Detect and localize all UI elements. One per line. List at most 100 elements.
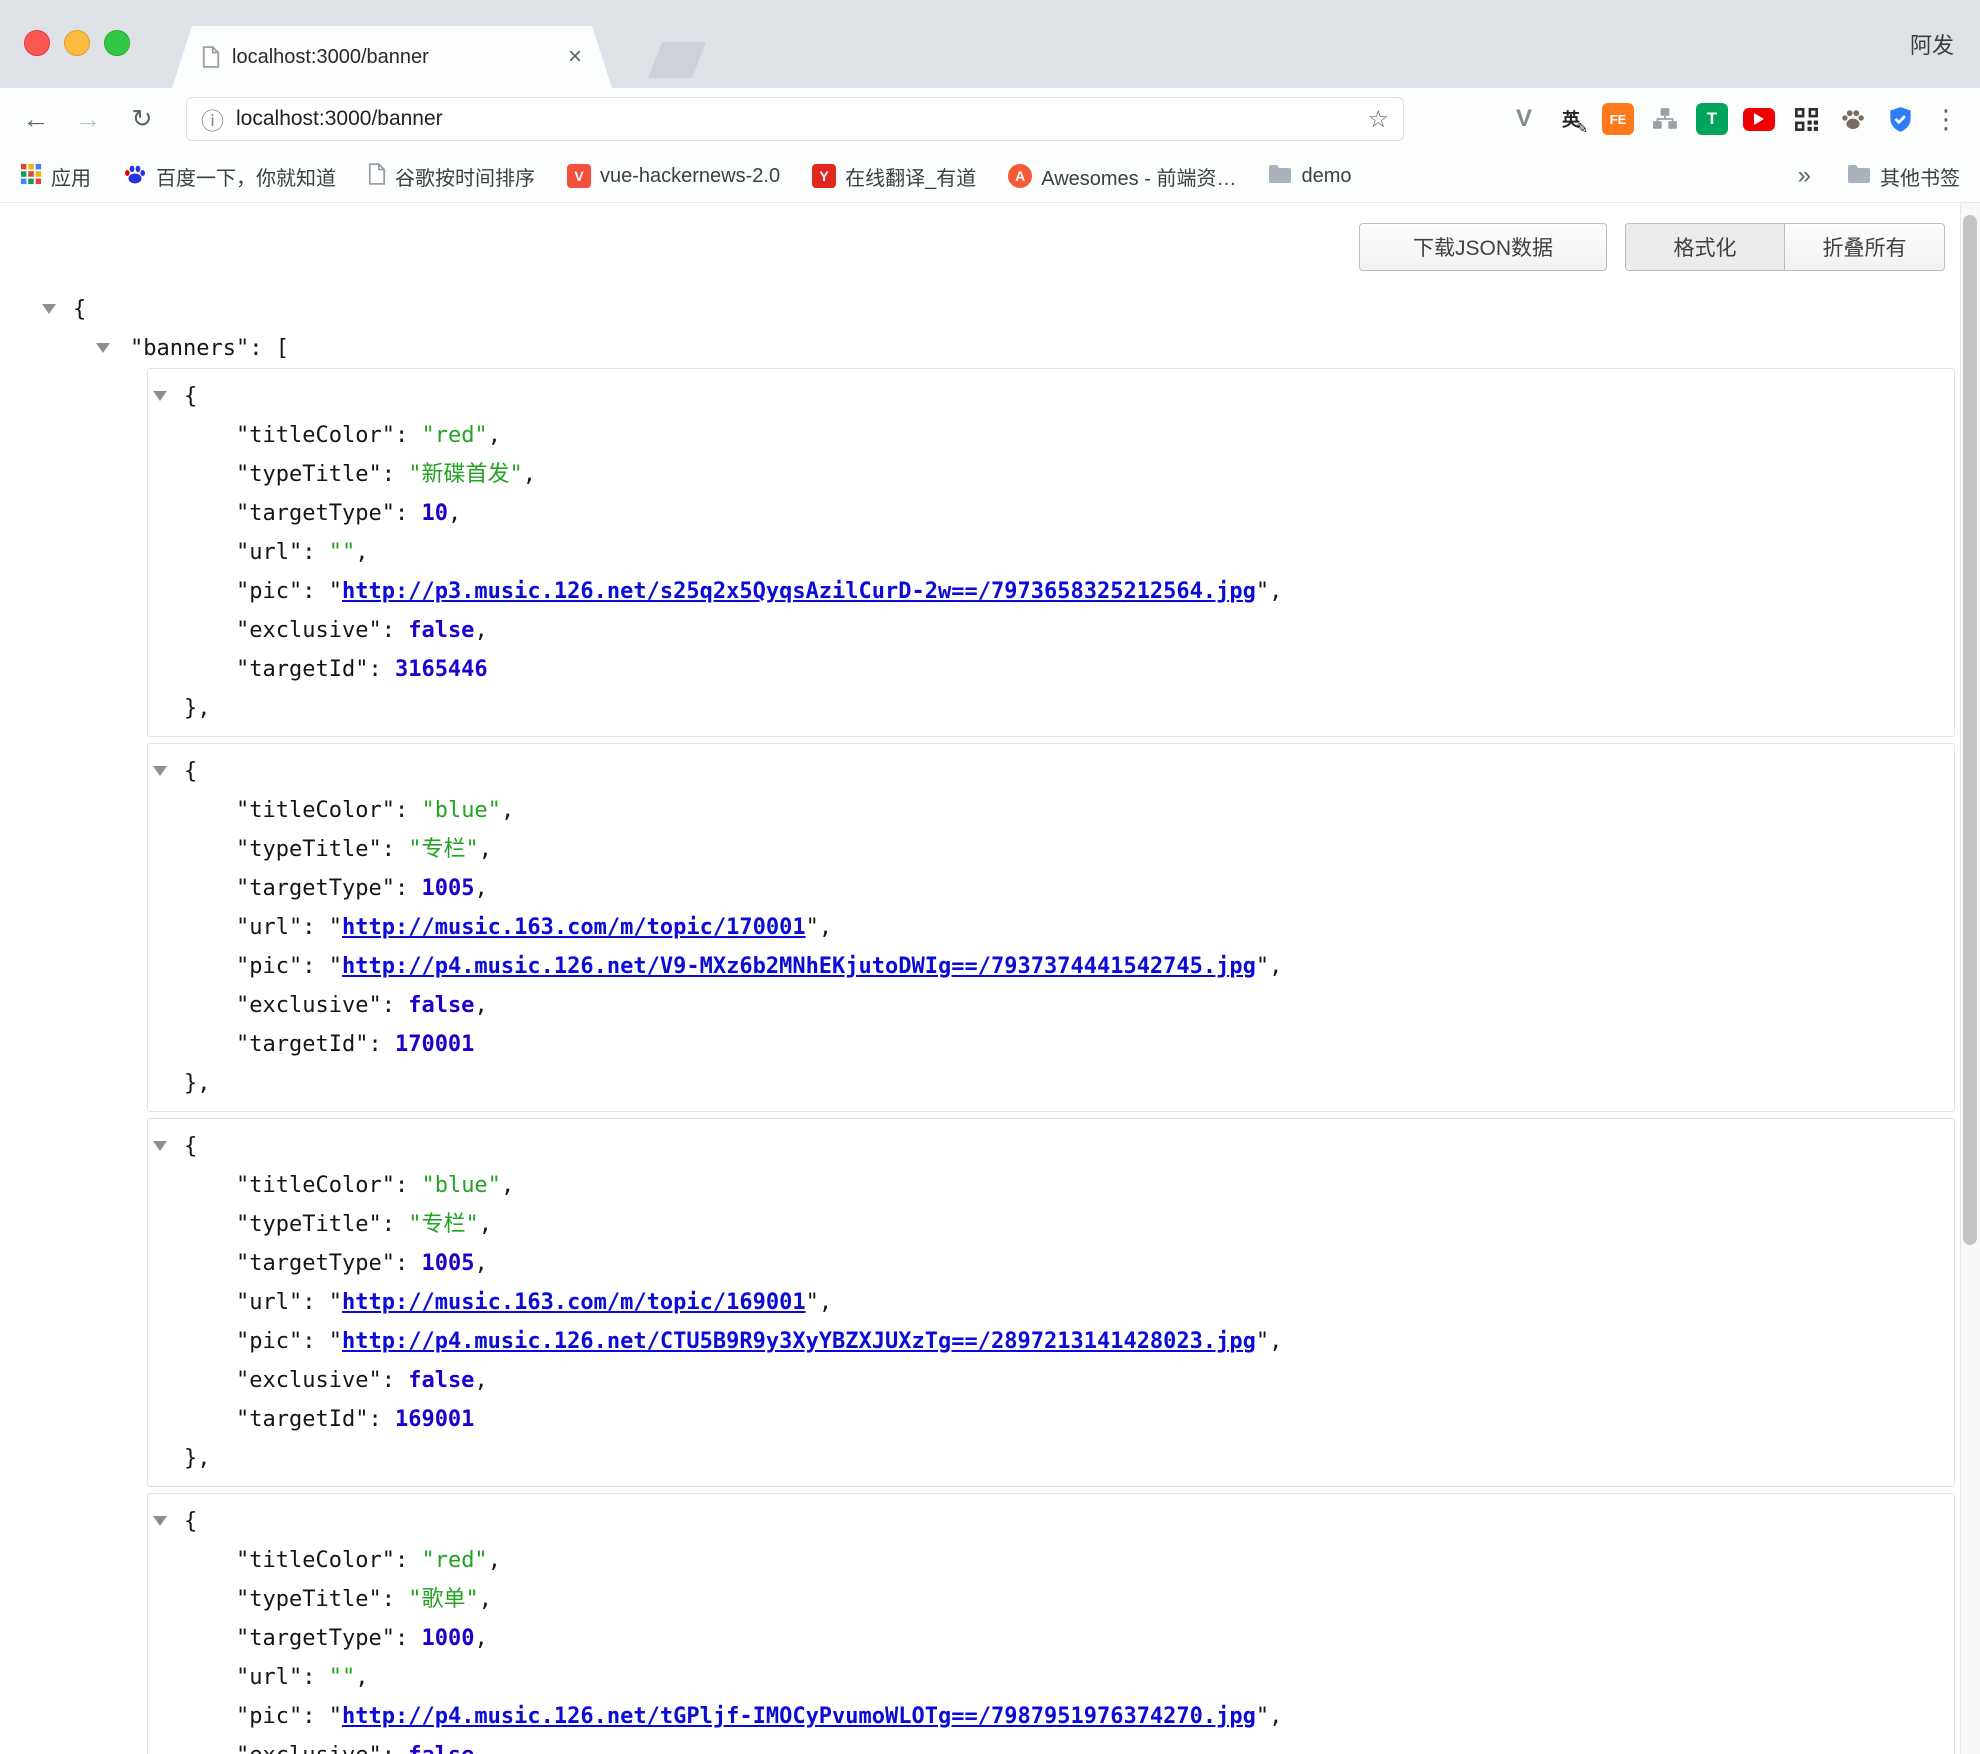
collapse-toggle-icon[interactable] xyxy=(153,1516,167,1526)
json-line: "typeTitle": "新碟首发", xyxy=(148,455,1954,494)
json-line: "targetId": 3165446 xyxy=(148,650,1954,689)
json-punctuation: , xyxy=(479,1587,492,1612)
collapse-toggle-icon[interactable] xyxy=(153,1141,167,1151)
json-line: "pic": "http://p4.music.126.net/CTU5B9R9… xyxy=(148,1322,1954,1361)
json-key: "pic" xyxy=(236,954,302,979)
collapse-toggle-icon[interactable] xyxy=(96,343,110,353)
collapse-toggle-icon[interactable] xyxy=(42,304,56,314)
baidu-paw-icon xyxy=(123,162,147,191)
json-url-link[interactable]: http://music.163.com/m/topic/169001 xyxy=(342,1290,806,1315)
bookmark-awesomes[interactable]: A Awesomes - 前端资… xyxy=(1008,162,1236,191)
scrollbar-thumb[interactable] xyxy=(1963,215,1977,1245)
profile-name[interactable]: 阿发 xyxy=(1910,28,1954,60)
json-number-value: 10 xyxy=(421,501,448,526)
json-punctuation: , xyxy=(1269,954,1282,979)
bookmark-star-icon[interactable]: ☆ xyxy=(1367,105,1389,134)
json-punctuation: { xyxy=(184,384,197,409)
paw-extension-icon[interactable] xyxy=(1837,103,1869,135)
bookmark-google-sort[interactable]: 谷歌按时间排序 xyxy=(368,162,535,191)
tab-close-icon[interactable]: × xyxy=(568,45,582,69)
youdao-y-icon: Y xyxy=(812,164,836,188)
json-punctuation: " xyxy=(329,915,342,940)
json-url-link[interactable]: http://music.163.com/m/topic/170001 xyxy=(342,915,806,940)
json-number-value: 1005 xyxy=(421,876,474,901)
json-punctuation: , xyxy=(355,1665,368,1690)
page-favicon-icon xyxy=(202,46,220,68)
youtube-extension-icon[interactable] xyxy=(1743,108,1775,131)
green-t-extension-icon[interactable]: T xyxy=(1696,103,1728,135)
json-object-box: {"titleColor": "red","typeTitle": "歌单","… xyxy=(147,1493,1955,1754)
fe-extension-icon[interactable]: FE xyxy=(1602,103,1634,135)
other-bookmarks-folder[interactable]: 其他书签 xyxy=(1847,162,1960,191)
vertical-scrollbar[interactable] xyxy=(1960,203,1980,1754)
json-punctuation: { xyxy=(184,759,197,784)
json-line: "targetType": 1000, xyxy=(148,1619,1954,1658)
back-icon[interactable]: ← xyxy=(14,88,58,150)
vimium-extension-icon[interactable]: V xyxy=(1508,103,1540,135)
bookmark-baidu[interactable]: 百度一下，你就知道 xyxy=(123,162,336,191)
collapse-toggle-icon[interactable] xyxy=(153,766,167,776)
collapse-toggle-icon[interactable] xyxy=(153,391,167,401)
json-punctuation: , xyxy=(501,798,514,823)
json-punctuation: : xyxy=(382,618,409,643)
json-punctuation: : xyxy=(395,1173,422,1198)
sitemap-extension-icon[interactable] xyxy=(1649,103,1681,135)
bookmark-apps[interactable]: 应用 xyxy=(20,162,91,191)
json-line: { xyxy=(148,752,1954,791)
active-tab[interactable]: localhost:3000/banner × xyxy=(172,26,612,88)
window-zoom-button[interactable] xyxy=(104,30,130,56)
bookmark-demo-folder[interactable]: demo xyxy=(1268,164,1351,189)
browser-menu-icon[interactable]: ⋮ xyxy=(1928,88,1964,150)
bookmark-label: 百度一下，你就知道 xyxy=(156,162,336,191)
fe-glyph: FE xyxy=(1610,112,1627,127)
json-punctuation: : xyxy=(395,1626,422,1651)
bookmark-youdao-translate[interactable]: Y 在线翻译_有道 xyxy=(812,162,976,191)
bookmark-label: vue-hackernews-2.0 xyxy=(600,165,780,188)
download-json-button[interactable]: 下载JSON数据 xyxy=(1359,223,1607,271)
url-bar[interactable]: ⓘ localhost:3000/banner ☆ xyxy=(186,97,1404,141)
vue-v-icon: V xyxy=(567,164,591,188)
json-line: "targetId": 169001 xyxy=(148,1400,1954,1439)
json-punctuation: : xyxy=(302,540,329,565)
json-punctuation: : xyxy=(368,657,395,682)
json-punctuation: , xyxy=(819,915,832,940)
json-punctuation: : xyxy=(368,1407,395,1432)
json-key: "pic" xyxy=(236,1329,302,1354)
json-punctuation: { xyxy=(184,1134,197,1159)
json-punctuation: : xyxy=(302,579,329,604)
json-punctuation: : xyxy=(395,423,422,448)
translate-extension-icon[interactable]: 英 ✎ xyxy=(1555,103,1587,135)
extensions-row: V 英 ✎ FE T xyxy=(1508,88,1916,150)
json-punctuation: , xyxy=(474,993,487,1018)
collapse-all-button[interactable]: 折叠所有 xyxy=(1784,223,1945,271)
json-punctuation: }, xyxy=(184,1446,211,1471)
json-punctuation: , xyxy=(1269,1329,1282,1354)
bookmarks-overflow-icon[interactable]: » xyxy=(1798,162,1811,190)
folder-icon xyxy=(1268,164,1292,189)
shield-extension-icon[interactable] xyxy=(1884,103,1916,135)
navigation-bar: ← → ↻ ⓘ localhost:3000/banner ☆ V 英 ✎ FE… xyxy=(0,88,1980,150)
json-url-link[interactable]: http://p4.music.126.net/CTU5B9R9y3XyYBZX… xyxy=(342,1329,1256,1354)
new-tab-button[interactable] xyxy=(648,42,706,78)
bookmark-vue-hackernews[interactable]: V vue-hackernews-2.0 xyxy=(567,164,780,188)
page-info-icon[interactable]: ⓘ xyxy=(201,102,224,136)
reload-icon[interactable]: ↻ xyxy=(120,88,164,150)
json-url-link[interactable]: http://p3.music.126.net/s25q2x5QyqsAzilC… xyxy=(342,579,1256,604)
t-glyph: T xyxy=(1707,109,1717,129)
json-punctuation: " xyxy=(329,579,342,604)
qrcode-extension-icon[interactable] xyxy=(1790,103,1822,135)
json-line: "titleColor": "red", xyxy=(148,416,1954,455)
json-punctuation: : xyxy=(302,1329,329,1354)
json-punctuation: : xyxy=(395,798,422,823)
json-line: { xyxy=(148,377,1954,416)
json-line: }, xyxy=(148,1439,1954,1478)
window-minimize-button[interactable] xyxy=(64,30,90,56)
json-url-link[interactable]: http://p4.music.126.net/V9-MXz6b2MNhEKju… xyxy=(342,954,1256,979)
json-punctuation: , xyxy=(474,876,487,901)
format-button[interactable]: 格式化 xyxy=(1625,223,1785,271)
json-punctuation: " xyxy=(806,1290,819,1315)
json-line: "url": "http://music.163.com/m/topic/169… xyxy=(148,1283,1954,1322)
json-url-link[interactable]: http://p4.music.126.net/tGPljf-IMOCyPvum… xyxy=(342,1704,1256,1729)
window-close-button[interactable] xyxy=(24,30,50,56)
json-line: "targetId": 170001 xyxy=(148,1025,1954,1064)
